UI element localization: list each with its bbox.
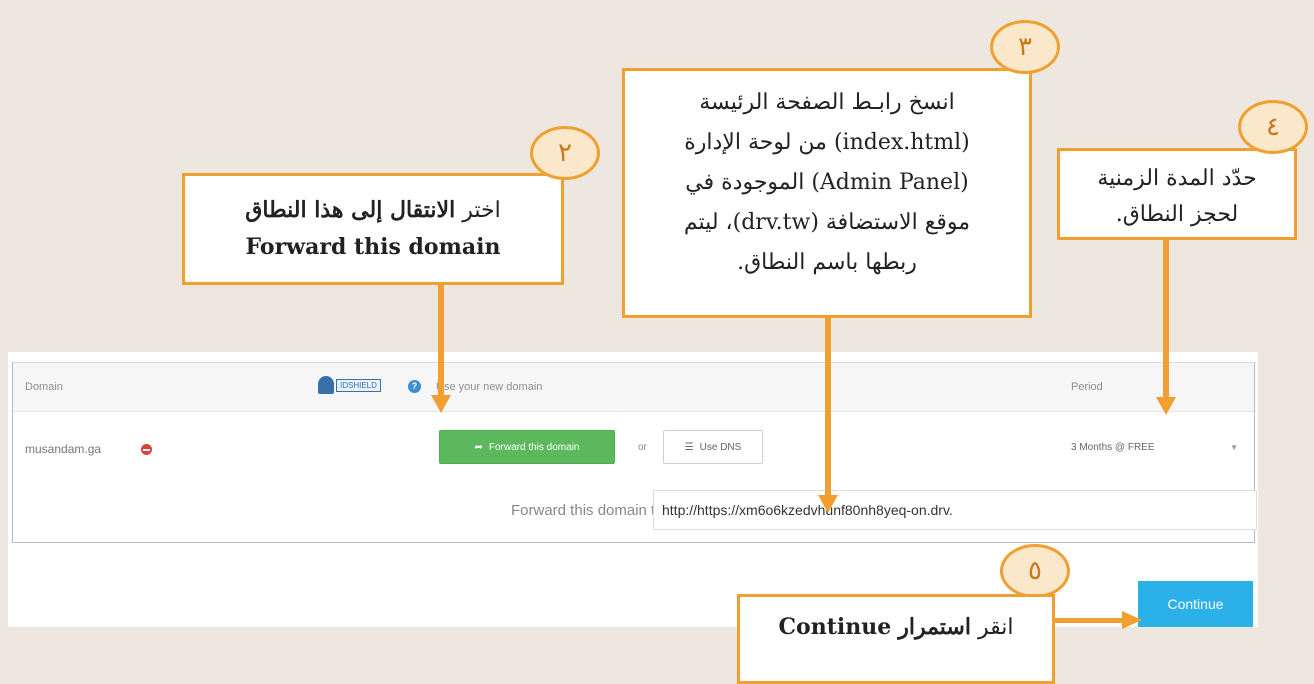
forward-domain-label: Forward this domain [488, 441, 580, 453]
header-use-domain: Use your new domain [436, 381, 543, 393]
header-period: Period [1071, 381, 1103, 393]
arrow-step-4 [1163, 240, 1169, 400]
arrow-step-5 [1055, 618, 1125, 623]
arrow-head-step-3 [818, 495, 838, 513]
arrow-head-step-4 [1156, 397, 1176, 415]
arrow-head-step-2 [431, 395, 451, 413]
use-dns-label: Use DNS [699, 441, 742, 453]
step-2-badge: ٢ [530, 126, 600, 180]
callout-step-4: حدّد المدة الزمنية لحجز النطاق. [1057, 148, 1297, 240]
domain-table: Domain IDSHIELD ? Use your new domain Pe… [12, 362, 1257, 543]
callout-3-line1: انسخ رابـط الصفحة الرئيسة [699, 90, 955, 115]
callout-4-line2: لحجز النطاق. [1115, 202, 1239, 227]
chevron-down-icon: ▼ [1230, 442, 1238, 452]
arrow-step-2 [438, 285, 444, 397]
table-header: Domain IDSHIELD ? Use your new domain Pe… [13, 362, 1254, 412]
callout-3-line2: (index.html) من لوحة الإدارة [684, 130, 970, 155]
callout-3-line5: ربطها باسم النطاق. [737, 250, 917, 275]
remove-icon[interactable] [141, 444, 152, 455]
arrow-step-3 [825, 318, 831, 498]
idshield-logo: IDSHIELD [318, 376, 398, 394]
callout-3-line3: (Admin Panel) الموجودة في [685, 170, 969, 195]
list-icon: ☰ [684, 441, 694, 453]
help-icon[interactable]: ? [408, 380, 421, 393]
period-value: 3 Months @ FREE [1071, 441, 1155, 453]
continue-button[interactable]: Continue [1138, 581, 1253, 627]
callout-3-line4: موقع الاستضافة (drv.tw)، ليتم [683, 210, 971, 235]
callout-2-line1: اختر الانتقال إلى هذا النطاق [245, 197, 501, 223]
step-3-badge: ٣ [990, 20, 1060, 74]
callout-step-5: انقر استمرار Continue [737, 594, 1055, 684]
domain-name: musandam.ga [25, 442, 102, 456]
step-4-badge: ٤ [1238, 100, 1308, 154]
callout-step-3: انسخ رابـط الصفحة الرئيسة (index.html) م… [622, 68, 1032, 318]
share-arrow-icon: ➦ [474, 441, 483, 453]
use-dns-button[interactable]: ☰ Use DNS [663, 430, 763, 464]
or-text: or [638, 442, 647, 453]
callout-4-line1: حدّد المدة الزمنية [1097, 166, 1257, 191]
callout-2-line2: Forward this domain [245, 234, 501, 260]
header-domain: Domain [25, 381, 63, 393]
arrow-head-step-5 [1122, 611, 1142, 629]
domain-order-panel: Domain IDSHIELD ? Use your new domain Pe… [8, 352, 1258, 627]
step-5-badge: ٥ [1000, 544, 1070, 598]
idshield-shield-icon [318, 376, 334, 394]
forward-url-value: http://https://xm6o6kzedvhunf80nh8yeq-on… [662, 502, 953, 518]
forward-to-label: Forward this domain to [511, 502, 664, 519]
period-select[interactable]: 3 Months @ FREE ▼ [1063, 432, 1246, 462]
forward-url-input[interactable]: http://https://xm6o6kzedvhunf80nh8yeq-on… [653, 490, 1257, 530]
idshield-label: IDSHIELD [336, 378, 381, 392]
callout-step-2: اختر الانتقال إلى هذا النطاق Forward thi… [182, 173, 564, 285]
forward-domain-button[interactable]: ➦ Forward this domain [439, 430, 615, 464]
